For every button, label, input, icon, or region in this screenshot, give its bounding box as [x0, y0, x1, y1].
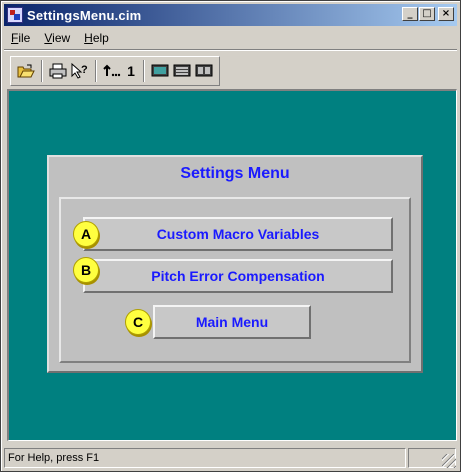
resize-grip[interactable]	[442, 454, 456, 468]
menu-file[interactable]: File	[4, 31, 37, 45]
toolbar-separator	[41, 59, 43, 82]
close-button[interactable]: ×	[438, 7, 454, 21]
status-bar: For Help, press F1	[4, 447, 457, 469]
step-back-icon[interactable]	[101, 60, 123, 82]
toolbar: ? 1	[4, 53, 457, 88]
menu-view[interactable]: View	[37, 31, 77, 45]
app-icon[interactable]	[7, 7, 23, 23]
custom-macro-variables-button[interactable]: Custom Macro Variables	[83, 217, 393, 251]
svg-text:?: ?	[81, 64, 88, 76]
window-title: SettingsMenu.cim	[27, 7, 142, 23]
context-help-icon[interactable]: ?	[69, 60, 91, 82]
toolbar-separator	[143, 59, 145, 82]
split-view-icon[interactable]	[193, 60, 215, 82]
toolbar-separator	[95, 59, 97, 82]
toolbar-counter: 1	[127, 62, 135, 79]
title-bar[interactable]: SettingsMenu.cim _ □ ×	[4, 4, 457, 26]
menu-bar: File View Help	[4, 28, 457, 48]
button-label: Custom Macro Variables	[156, 226, 320, 242]
badge-c: C	[125, 309, 151, 335]
print-icon[interactable]	[47, 60, 69, 82]
button-label: Main Menu	[195, 314, 269, 330]
settings-inner-panel: Custom Macro Variables A Pitch Error Com…	[59, 197, 411, 363]
minimize-button[interactable]: _	[402, 7, 418, 21]
badge-b: B	[73, 257, 99, 283]
app-window: SettingsMenu.cim _ □ × File View Help ?	[0, 0, 461, 472]
monitor-icon[interactable]	[149, 60, 171, 82]
menu-divider	[4, 49, 457, 51]
settings-panel: Settings Menu Custom Macro Variables A P…	[47, 155, 423, 373]
status-text: For Help, press F1	[4, 448, 406, 468]
maximize-button[interactable]: □	[419, 7, 435, 21]
open-folder-icon[interactable]	[15, 60, 37, 82]
caption-buttons: _ □ ×	[401, 7, 454, 21]
menu-help[interactable]: Help	[77, 31, 116, 45]
toolbar-frame: ? 1	[10, 55, 220, 86]
client-area: Settings Menu Custom Macro Variables A P…	[7, 89, 457, 441]
pitch-error-compensation-button[interactable]: Pitch Error Compensation	[83, 259, 393, 293]
list-view-icon[interactable]	[171, 60, 193, 82]
main-menu-button[interactable]: Main Menu	[153, 305, 311, 339]
panel-title: Settings Menu	[180, 165, 290, 182]
badge-a: A	[73, 221, 99, 247]
button-label: Pitch Error Compensation	[151, 268, 325, 284]
